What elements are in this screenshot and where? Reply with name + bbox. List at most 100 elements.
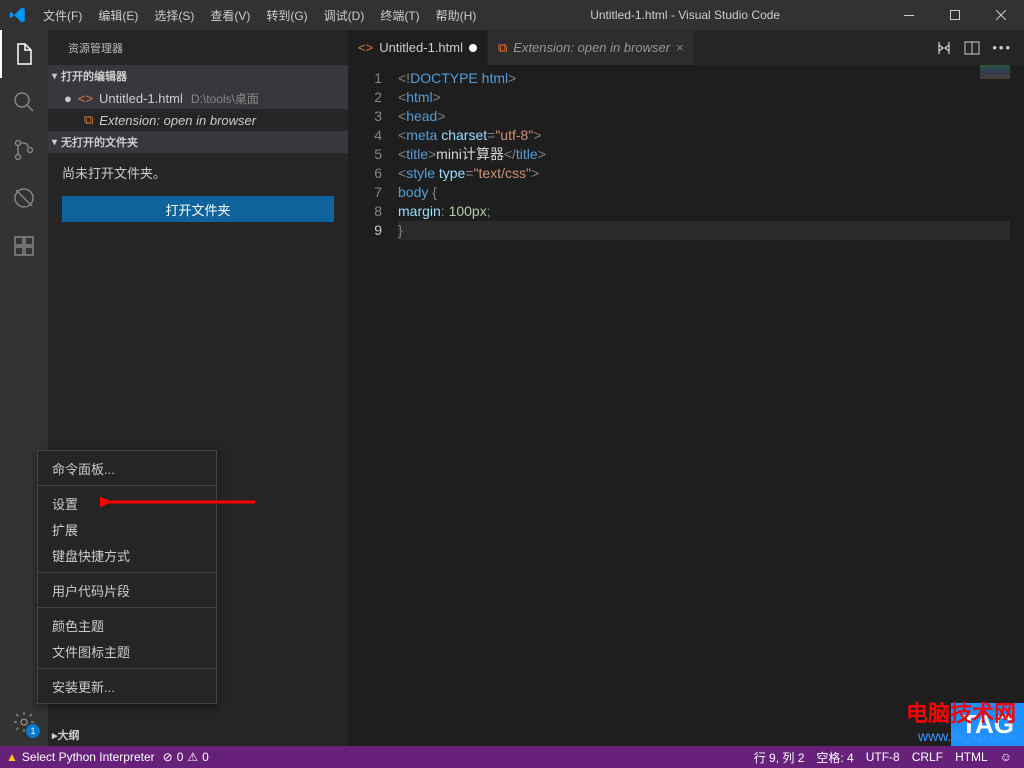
more-icon[interactable]: •••: [992, 40, 1012, 55]
file-path: D:\tools\桌面: [191, 90, 259, 107]
code-editor[interactable]: 123456789 <!DOCTYPE html><html><head><me…: [348, 65, 1024, 746]
settings-context-menu: 命令面板... 设置扩展键盘快捷方式用户代码片段颜色主题文件图标主题安装更新...: [37, 450, 217, 704]
menu-separator: [38, 668, 216, 669]
file-icon: <>: [78, 91, 93, 106]
context-menu-item[interactable]: 键盘快捷方式: [38, 542, 216, 568]
titlebar: 文件(F)编辑(E)选择(S)查看(V)转到(G)调试(D)终端(T)帮助(H)…: [0, 0, 1024, 30]
menu-item[interactable]: 查看(V): [202, 0, 258, 30]
context-menu-item[interactable]: 安装更新...: [38, 673, 216, 699]
cursor-position[interactable]: 行 9, 列 2: [754, 749, 805, 766]
dirty-indicator: ●: [64, 91, 72, 106]
context-menu-item[interactable]: 颜色主题: [38, 612, 216, 638]
context-menu-item[interactable]: 扩展: [38, 516, 216, 542]
settings-badge: 1: [26, 724, 40, 738]
file-name: Untitled-1.html: [99, 91, 183, 106]
window-controls: [886, 0, 1024, 30]
source-control-icon[interactable]: [0, 126, 48, 174]
tab-actions: •••: [936, 30, 1024, 65]
sidebar-title: 资源管理器: [48, 30, 348, 65]
debug-icon[interactable]: [0, 174, 48, 222]
language-status[interactable]: HTML: [955, 750, 988, 764]
minimap[interactable]: [980, 65, 1010, 79]
tab-label: Extension: open in browser: [513, 40, 670, 55]
line-gutter: 123456789: [348, 69, 398, 746]
menu-item[interactable]: 调试(D): [316, 0, 373, 30]
code-line: <!DOCTYPE html>: [398, 69, 1024, 88]
menu-item[interactable]: 文件(F): [35, 0, 90, 30]
eol-status[interactable]: CRLF: [912, 750, 943, 764]
open-editor-item[interactable]: ● <> Untitled-1.html D:\tools\桌面: [48, 87, 348, 109]
file-icon: <>: [358, 40, 373, 55]
encoding-status[interactable]: UTF-8: [866, 750, 900, 764]
warning-icon: ▲: [6, 750, 18, 764]
menu-item[interactable]: 终端(T): [372, 0, 427, 30]
error-icon: ⊘: [163, 750, 173, 764]
code-line: <meta charset="utf-8">: [398, 126, 1024, 145]
context-menu-item[interactable]: 命令面板...: [38, 455, 216, 481]
editor-tab[interactable]: <> Untitled-1.html: [348, 30, 488, 65]
warning-count: 0: [202, 750, 209, 764]
minimize-button[interactable]: [886, 0, 932, 30]
chevron-down-icon: ▾: [52, 137, 57, 148]
problems-status[interactable]: ⊘0 ⚠0: [163, 750, 209, 764]
editor-area: <> Untitled-1.html ⧉ Extension: open in bro…: [348, 30, 1024, 746]
code-line: <title>mini计算器</title>: [398, 145, 1024, 164]
maximize-button[interactable]: [932, 0, 978, 30]
close-button[interactable]: [978, 0, 1024, 30]
menu-bar: 文件(F)编辑(E)选择(S)查看(V)转到(G)调试(D)终端(T)帮助(H): [35, 0, 484, 30]
watermark-url: www.tagxp.com: [906, 728, 1016, 744]
editor-tabs: <> Untitled-1.html ⧉ Extension: open in bro…: [348, 30, 1024, 65]
code-line: <html>: [398, 88, 1024, 107]
settings-gear-icon[interactable]: 1: [0, 698, 48, 746]
extensions-icon[interactable]: [0, 222, 48, 270]
status-bar: ▲ Select Python Interpreter ⊘0 ⚠0 行 9, 列…: [0, 746, 1024, 768]
error-count: 0: [177, 750, 184, 764]
menu-item[interactable]: 编辑(E): [90, 0, 146, 30]
code-line: }: [398, 221, 1024, 240]
vscode-logo-icon: [0, 6, 35, 24]
tab-label: Untitled-1.html: [379, 40, 463, 55]
indent-status[interactable]: 空格: 4: [816, 749, 853, 766]
code-lines: <!DOCTYPE html><html><head><meta charset…: [398, 69, 1024, 746]
code-line: <style type="text/css">: [398, 164, 1024, 183]
no-folder-message: 尚未打开文件夹。: [48, 153, 348, 192]
split-editor-icon[interactable]: [964, 40, 980, 56]
open-editor-item[interactable]: ⧉Extension: open in browser: [48, 109, 348, 131]
outline-label: 大纲: [58, 727, 80, 743]
editor-tab[interactable]: ⧉ Extension: open in browser ×: [488, 30, 695, 65]
watermark: 电脑技术网 www.tagxp.com: [906, 696, 1016, 744]
menu-item[interactable]: 转到(G): [258, 0, 315, 30]
close-icon[interactable]: ×: [676, 40, 684, 55]
menu-separator: [38, 485, 216, 486]
vertical-scrollbar[interactable]: [1010, 65, 1024, 746]
open-editors-header[interactable]: ▾ 打开的编辑器: [48, 65, 348, 87]
menu-separator: [38, 572, 216, 573]
explorer-icon[interactable]: [0, 30, 48, 78]
file-icon: ⧉: [498, 40, 507, 56]
warning-icon: ⚠: [187, 750, 198, 764]
python-interpreter-status[interactable]: ▲ Select Python Interpreter: [6, 750, 155, 764]
no-folder-label: 无打开的文件夹: [61, 134, 138, 150]
context-menu-item[interactable]: 设置: [38, 490, 216, 516]
dirty-indicator: [469, 44, 477, 52]
menu-item[interactable]: 帮助(H): [428, 0, 485, 30]
menu-separator: [38, 607, 216, 608]
feedback-icon[interactable]: ☺: [1000, 750, 1012, 764]
no-folder-header[interactable]: ▾ 无打开的文件夹: [48, 131, 348, 153]
open-editors-label: 打开的编辑器: [61, 68, 127, 84]
outline-header[interactable]: ▸ 大纲: [48, 724, 348, 746]
search-icon[interactable]: [0, 78, 48, 126]
code-line: margin: 100px;: [398, 202, 1024, 221]
file-icon: ⧉: [84, 112, 93, 128]
context-menu-item[interactable]: 用户代码片段: [38, 577, 216, 603]
code-line: body {: [398, 183, 1024, 202]
chevron-down-icon: ▾: [52, 71, 57, 82]
code-line: <head>: [398, 107, 1024, 126]
open-folder-button[interactable]: 打开文件夹: [62, 196, 334, 222]
watermark-title: 电脑技术网: [906, 696, 1016, 728]
interpreter-label: Select Python Interpreter: [22, 750, 155, 764]
window-title: Untitled-1.html - Visual Studio Code: [484, 8, 886, 22]
menu-item[interactable]: 选择(S): [146, 0, 202, 30]
compare-icon[interactable]: [936, 40, 952, 56]
context-menu-item[interactable]: 文件图标主题: [38, 638, 216, 664]
